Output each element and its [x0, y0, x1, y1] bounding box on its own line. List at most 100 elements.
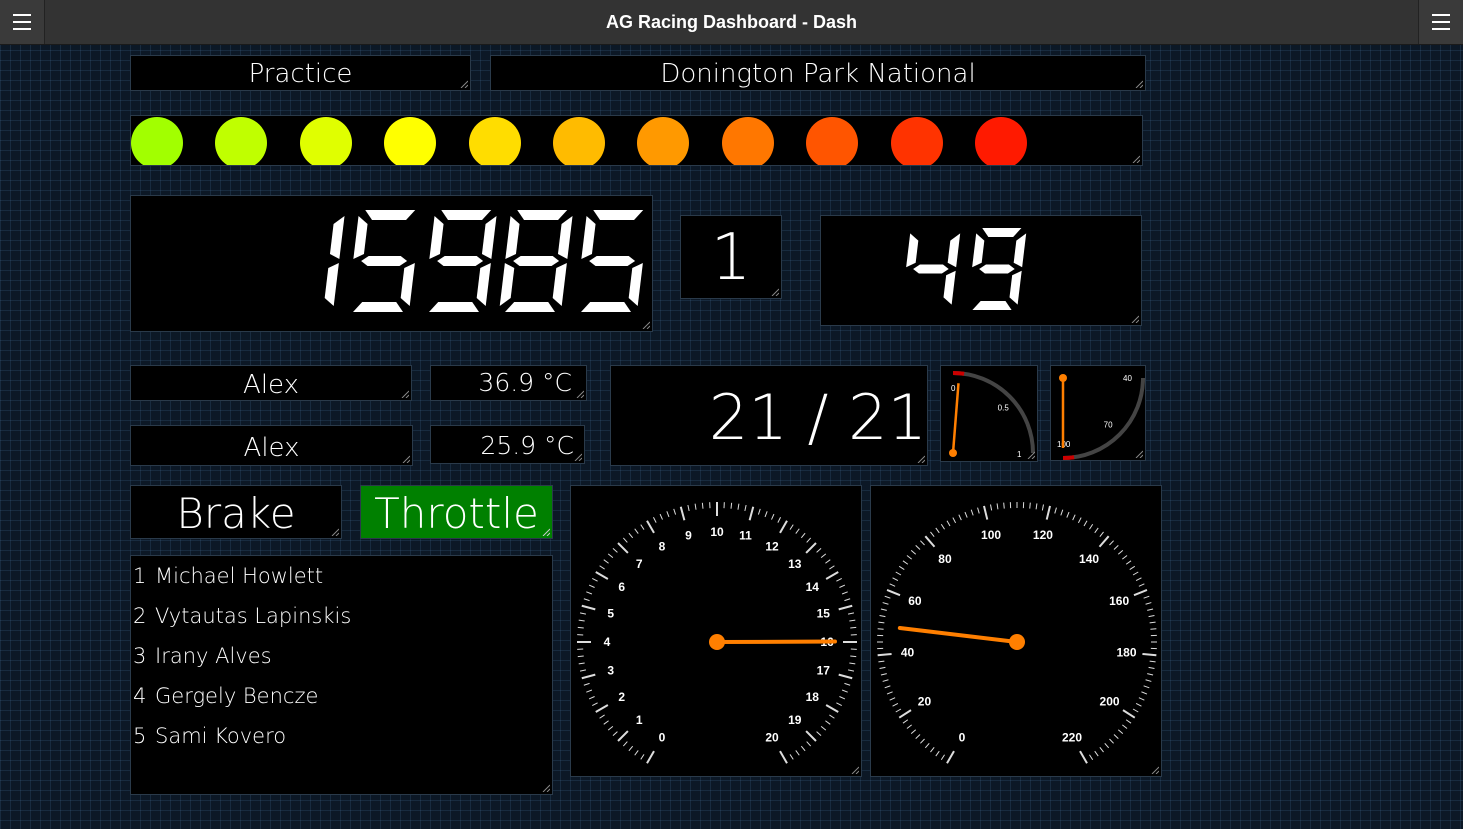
- gauge-tick: [1122, 709, 1136, 719]
- gauge-tick: [652, 517, 657, 523]
- track-name-widget: Donington Park National: [490, 55, 1146, 91]
- resize-grip-icon[interactable]: [771, 288, 779, 296]
- seven-segment: [499, 263, 515, 306]
- seven-segment: [481, 216, 497, 259]
- gauge-tick: [1041, 504, 1044, 511]
- resize-grip-icon[interactable]: [1027, 451, 1035, 459]
- resize-grip-icon[interactable]: [574, 453, 582, 461]
- gauge-tick: [839, 584, 846, 588]
- seven-segment: [353, 216, 368, 259]
- gauge-tick: [744, 504, 747, 512]
- gauge-needle: [897, 625, 1019, 644]
- gauge-tick: [730, 502, 733, 509]
- gear-widget: 1: [680, 215, 782, 299]
- shift-light: [468, 117, 521, 165]
- temp-widget-2: 25.9 °C: [430, 425, 585, 464]
- small-gauge-2-red-zone: [1062, 455, 1075, 460]
- gauge-tick: [666, 511, 670, 518]
- gauge-tick: [646, 520, 655, 534]
- small-gauge-1-red-zone: [952, 371, 965, 376]
- gauge-tick: [612, 731, 618, 737]
- resize-grip-icon[interactable]: [1135, 450, 1143, 458]
- resize-grip-icon[interactable]: [1151, 766, 1159, 774]
- resize-grip-icon[interactable]: [542, 784, 550, 792]
- gauge-tick: [880, 673, 887, 676]
- gauge-label: 7: [636, 557, 643, 571]
- resize-grip-icon[interactable]: [460, 80, 468, 88]
- shift-light: [299, 117, 352, 165]
- gauge-tick: [583, 598, 590, 602]
- gauge-tick: [1045, 505, 1051, 520]
- gauge-tick: [779, 520, 788, 534]
- gauge-tick: [877, 652, 892, 657]
- seven-segment: [947, 233, 961, 268]
- leaderboard-position: 1: [133, 564, 147, 588]
- gauge-tick: [915, 734, 921, 739]
- resize-grip-icon[interactable]: [1132, 155, 1140, 163]
- gauge-tick: [847, 612, 855, 615]
- resize-grip-icon[interactable]: [1135, 80, 1143, 88]
- leaderboard-row: 3 Irany Alves: [133, 644, 272, 668]
- gauge-tick: [588, 696, 595, 700]
- gauge-tick: [892, 577, 899, 582]
- gauge-tick: [599, 565, 605, 570]
- resize-grip-icon[interactable]: [576, 390, 584, 398]
- seven-segment: [513, 256, 560, 266]
- gauge-tick: [1148, 666, 1155, 669]
- gauge-tick: [1060, 509, 1064, 516]
- gauge-tick: [878, 621, 885, 624]
- gauge-tick: [836, 577, 842, 582]
- leaderboard-position: 2: [133, 604, 147, 628]
- gauge-label: 13: [788, 557, 802, 571]
- gauge-label: 20: [765, 730, 779, 744]
- gauge-tick: [1072, 514, 1076, 521]
- gauge-tick: [1148, 615, 1155, 618]
- gauge-tick: [764, 511, 768, 518]
- gauge-tick: [895, 708, 902, 713]
- seven-segment: [906, 233, 919, 268]
- resize-grip-icon[interactable]: [331, 528, 339, 536]
- resize-grip-icon[interactable]: [401, 390, 409, 398]
- resize-grip-icon[interactable]: [402, 455, 410, 463]
- leaderboard-position: 5: [133, 724, 147, 748]
- session-type-widget: Practice: [130, 55, 471, 91]
- gauge-tick: [849, 619, 856, 622]
- gauge-tick: [640, 524, 645, 530]
- gauge-tick: [628, 532, 634, 539]
- resize-grip-icon[interactable]: [851, 766, 859, 774]
- gauge-tick: [579, 612, 587, 615]
- seven-segment: [441, 210, 492, 220]
- shift-light: [637, 117, 690, 165]
- position-value: 21 / 21: [708, 381, 927, 454]
- gauge-label: 120: [1033, 528, 1053, 542]
- resize-grip-icon[interactable]: [917, 455, 925, 463]
- resize-grip-icon[interactable]: [542, 528, 550, 536]
- gauge-tick: [592, 702, 598, 707]
- gauge-tick: [1113, 734, 1119, 739]
- gauge-tick: [607, 553, 614, 559]
- gauge-label: 200: [1100, 694, 1120, 708]
- leaderboard-name: Sami Kovero: [155, 724, 287, 748]
- resize-grip-icon[interactable]: [1131, 315, 1139, 323]
- seven-segment: [581, 302, 631, 312]
- gauge-tick: [849, 662, 856, 665]
- small-gauge-2-label: 70: [1104, 421, 1113, 430]
- gauge-tick: [1149, 660, 1156, 663]
- gauge-tick: [1122, 555, 1128, 560]
- throttle-indicator: Throttle: [360, 485, 553, 539]
- gauge-tick: [892, 702, 899, 707]
- right-menu-button[interactable]: [1418, 0, 1463, 44]
- gauge-tick: [659, 513, 663, 520]
- resize-grip-icon[interactable]: [642, 321, 650, 329]
- gauge-tick: [1099, 747, 1104, 753]
- gauge-tick: [583, 682, 590, 686]
- gauge-tick: [612, 547, 618, 553]
- gauge-tick: [771, 513, 775, 520]
- gauge-tick: [757, 508, 761, 515]
- gauge-tick: [935, 527, 940, 534]
- gauge-tick: [884, 685, 891, 689]
- small-gauge-2-label: 40: [1123, 374, 1132, 383]
- gauge-tick: [880, 608, 887, 611]
- gauge-tick: [607, 725, 614, 731]
- session-type-label: Practice: [248, 59, 353, 89]
